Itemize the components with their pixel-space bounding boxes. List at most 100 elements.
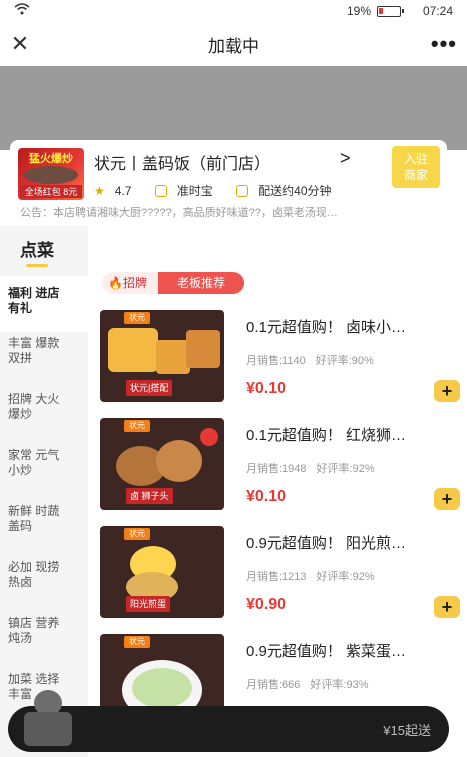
positive-rate: 好评率:93% — [310, 679, 369, 691]
food-shape — [132, 668, 192, 708]
logo-food-image — [24, 166, 78, 184]
list-item[interactable]: 状元 阳光煎蛋 0.9元超值购！ 阳光煎… 月销售:1213 好评率:92% ¥0… — [100, 526, 460, 626]
sidebar-item-label: 有礼 — [8, 301, 33, 315]
food-sticker — [200, 428, 218, 446]
store-notice[interactable]: 公告：本店聘请湘味大厨?????，高品质好味道??，卤菜老汤现… — [20, 204, 440, 220]
food-shape — [108, 328, 158, 372]
sidebar-item-label: 热卤 — [8, 575, 33, 589]
logo-title: 猛火爆炒 — [29, 153, 73, 165]
category-sidebar: 点菜 福利 进店 有礼 丰富 爆款 双拼 招牌 大火 爆炒 家常 元气 小炒 新… — [0, 226, 88, 757]
delivery-label: 配送约40分钟 — [258, 184, 332, 198]
clock: 07:24 — [422, 4, 453, 18]
sidebar-item-label: 爆炒 — [8, 407, 33, 421]
page-title: 加载中 — [208, 37, 259, 56]
item-name: 0.9元超值购！ 阳光煎… — [246, 535, 407, 552]
brand-badge: 状元 — [124, 312, 150, 324]
tag-signature-label: 招牌 — [122, 276, 147, 290]
shield-icon — [154, 185, 167, 197]
sidebar-item-label: 招牌 大火 — [8, 392, 60, 406]
sidebar-item-label: 必加 现捞 — [8, 560, 60, 574]
food-shape — [156, 440, 202, 482]
menu-content: 🔥招牌 老板推荐 状元 状元|搭配 0.1元超值购！ 卤味小… 月销售:1140… — [88, 226, 467, 757]
add-to-cart-button[interactable]: + — [434, 380, 460, 402]
brand-badge: 状元 — [124, 636, 150, 648]
store-meta: ★ 4.7 准时宝 配送约40分钟 — [94, 182, 352, 199]
store-banner — [0, 66, 467, 150]
battery-icon — [377, 6, 404, 17]
sidebar-item-label: 镇店 营养 — [8, 616, 60, 630]
item-price: ¥0.10 — [246, 488, 287, 505]
status-bar: 19% 07:24 — [0, 0, 467, 22]
brand-badge: 状元 — [124, 528, 150, 540]
food-image[interactable]: 状元 阳光煎蛋 — [100, 526, 224, 618]
tag-signature[interactable]: 🔥招牌 — [102, 272, 158, 294]
monthly-sales: 月销售:1213 — [246, 571, 307, 583]
on-time-badge: 准时宝 — [154, 184, 223, 198]
food-image[interactable]: 状元 卤 狮子头 — [100, 418, 224, 510]
positive-rate: 好评率:92% — [316, 463, 375, 475]
sidebar-item-combo[interactable]: 丰富 爆款 双拼 — [0, 336, 88, 366]
monthly-sales: 月销售:1948 — [246, 463, 307, 475]
delivery-icon — [236, 185, 249, 197]
sidebar-item-label: 丰富 爆款 — [8, 336, 60, 350]
rating: ★ 4.7 — [94, 184, 141, 198]
chevron-right-icon[interactable]: > — [340, 148, 351, 169]
item-name: 0.9元超值购！ 紫菜蛋… — [246, 643, 407, 660]
sidebar-item-vegetables[interactable]: 新鲜 时蔬 盖码 — [0, 504, 88, 534]
add-to-cart-button[interactable]: + — [434, 596, 460, 618]
add-to-cart-button[interactable]: + — [434, 488, 460, 510]
positive-rate: 好评率:90% — [315, 355, 374, 367]
sidebar-item-home-style[interactable]: 家常 元气 小炒 — [0, 448, 88, 478]
on-time-label: 准时宝 — [176, 184, 213, 198]
cart-icon-box — [24, 712, 72, 746]
monthly-sales: 月销售:666 — [246, 679, 301, 691]
sidebar-title: 点菜 — [20, 236, 54, 267]
item-stats: 月销售:1948 好评率:92% — [246, 460, 385, 476]
follow-store-button[interactable]: 入驻 商家 — [392, 146, 440, 188]
sidebar-item-label: 福利 进店 — [8, 286, 60, 300]
list-item[interactable]: 状元 卤 狮子头 0.1元超值购！ 红烧狮… 月销售:1948 好评率:92% ¥… — [100, 418, 460, 518]
tag-boss-recommend[interactable]: 老板推荐 — [158, 272, 244, 294]
star-icon: ★ — [94, 184, 105, 198]
image-label: 状元|搭配 — [126, 380, 173, 396]
sidebar-item-label: 盖码 — [8, 519, 33, 533]
follow-label-line1: 入驻 — [403, 152, 428, 166]
sidebar-item-label: 家常 元气 — [8, 448, 60, 462]
fire-icon: 🔥 — [108, 276, 123, 290]
food-image[interactable]: 状元 状元|搭配 — [100, 310, 224, 402]
monthly-sales: 月销售:1140 — [246, 355, 306, 367]
rating-value: 4.7 — [114, 184, 132, 198]
image-label: 阳光煎蛋 — [126, 596, 171, 612]
sidebar-item-label: 炖汤 — [8, 631, 33, 645]
item-price: ¥0.90 — [246, 596, 287, 613]
list-item[interactable]: 状元 状元|搭配 0.1元超值购！ 卤味小… 月销售:1140 好评率:90% ¥… — [100, 310, 460, 410]
sidebar-item-welfare[interactable]: 福利 进店 有礼 — [0, 276, 88, 332]
image-label: 卤 狮子头 — [126, 488, 173, 504]
follow-label-line2: 商家 — [403, 168, 428, 182]
battery-percent: 19% — [346, 4, 371, 18]
sidebar-item-stir-fry[interactable]: 招牌 大火 爆炒 — [0, 392, 88, 422]
sidebar-item-label: 加菜 选择 — [8, 672, 60, 686]
item-stats: 月销售:666 好评率:93% — [246, 676, 379, 692]
item-stats: 月销售:1213 好评率:92% — [246, 568, 385, 584]
sidebar-item-soup[interactable]: 镇店 营养 炖汤 — [0, 616, 88, 646]
sidebar-item-label: 新鲜 时蔬 — [8, 504, 60, 518]
item-stats: 月销售:1140 好评率:90% — [246, 352, 384, 368]
item-price: ¥0.10 — [246, 380, 287, 397]
cart-icon[interactable] — [20, 690, 76, 752]
delivery-time: 配送约40分钟 — [236, 184, 341, 198]
store-logo[interactable]: 猛火爆炒 全场红包 8元 — [18, 148, 84, 200]
item-name: 0.1元超值购！ 红烧狮… — [246, 427, 407, 444]
sidebar-item-label: 双拼 — [8, 351, 33, 365]
wifi-icon — [14, 3, 30, 18]
logo-promo: 全场红包 8元 — [20, 185, 82, 198]
sidebar-item-label: 小炒 — [8, 463, 33, 477]
brand-badge: 状元 — [124, 420, 150, 432]
store-name[interactable]: 状元丨盖码饭（前门店） — [94, 150, 270, 174]
positive-rate: 好评率:92% — [316, 571, 375, 583]
food-shape — [156, 340, 190, 374]
min-order-label: ¥15起送 — [383, 723, 431, 738]
more-icon[interactable]: ••• — [431, 28, 457, 60]
sidebar-item-braised[interactable]: 必加 现捞 热卤 — [0, 560, 88, 590]
nav-bar: ✕ 加载中 ••• — [0, 22, 467, 66]
